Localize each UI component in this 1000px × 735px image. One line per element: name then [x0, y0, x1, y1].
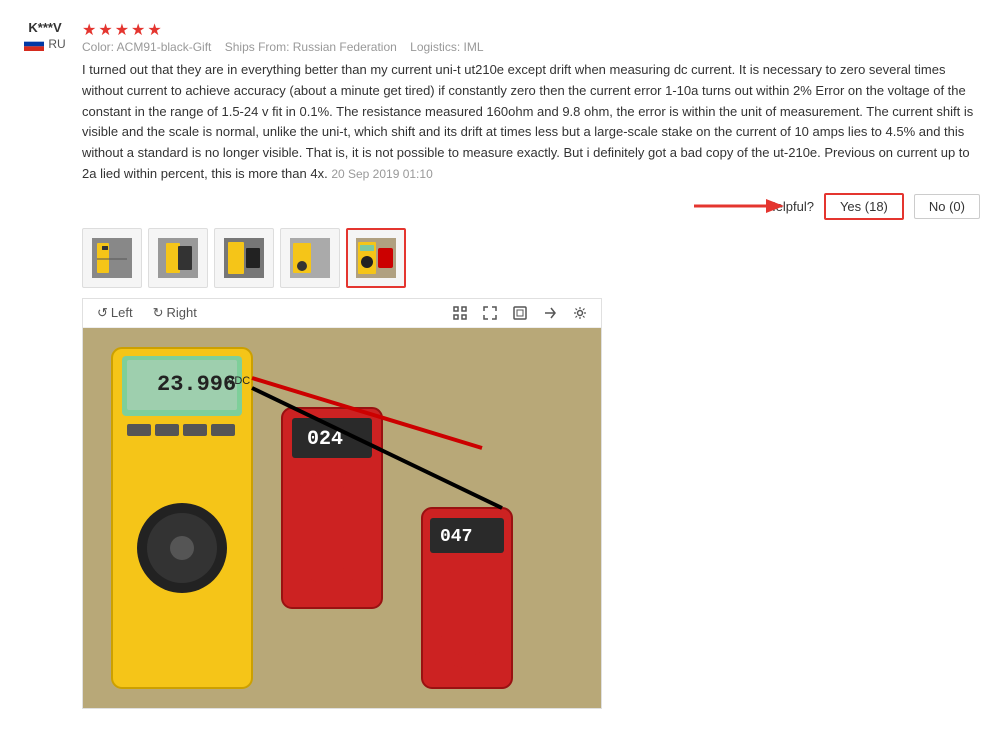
image-controls-left: ↺ Left ↻ Right	[93, 303, 201, 323]
thumbnail-3[interactable]	[214, 228, 274, 288]
thumb2-icon	[158, 238, 198, 278]
review-text: I turned out that they are in everything…	[82, 60, 980, 185]
gear-icon	[573, 306, 587, 320]
svg-text:23.996: 23.996	[157, 372, 236, 397]
thumb5-icon	[356, 238, 396, 278]
review-header: K***V RU ★★★★★ Color: ACM91-black-Gift S…	[20, 20, 980, 709]
thumbnail-4[interactable]	[280, 228, 340, 288]
helpful-yes-button[interactable]: Yes (18)	[824, 193, 904, 220]
thumb4-icon	[290, 238, 330, 278]
rotate-right-button[interactable]: ↻ Right	[149, 303, 201, 323]
frame-icon	[453, 306, 467, 320]
meta-logistics: Logistics: IML	[410, 40, 483, 54]
svg-text:047: 047	[440, 527, 472, 547]
helpful-row: Helpful? Yes (18) No (0)	[82, 193, 980, 220]
svg-text:VDC: VDC	[227, 375, 250, 387]
settings-button[interactable]	[569, 304, 591, 322]
meta-color: Color: ACM91-black-Gift	[82, 40, 211, 54]
ru-flag-icon	[24, 37, 44, 51]
right-label: Right	[167, 305, 197, 320]
compress-button[interactable]	[509, 304, 531, 322]
compress-icon	[513, 306, 527, 320]
user-info: K***V RU	[20, 20, 70, 51]
image-controls-right	[449, 304, 591, 322]
frame-icon-button[interactable]	[449, 304, 471, 322]
share-icon	[543, 306, 557, 320]
helpful-no-button[interactable]: No (0)	[914, 194, 980, 219]
review-text-content: I turned out that they are in everything…	[82, 62, 973, 181]
review-meta: Color: ACM91-black-Gift Ships From: Russ…	[82, 40, 980, 54]
thumb3-icon	[224, 238, 264, 278]
main-product-image: 23.996 VDC 024	[83, 328, 601, 708]
thumbnail-5[interactable]	[346, 228, 406, 288]
stars-display: ★★★★★	[82, 20, 980, 40]
username: K***V	[28, 20, 61, 35]
left-label: Left	[111, 305, 133, 320]
review-date: 20 Sep 2019 01:10	[331, 167, 432, 181]
thumbnail-1[interactable]	[82, 228, 142, 288]
image-controls-bar: ↺ Left ↻ Right	[83, 299, 601, 328]
image-viewer: ↺ Left ↻ Right	[82, 298, 602, 709]
flag-country: RU	[24, 37, 65, 51]
red-arrow-icon	[694, 191, 784, 221]
svg-text:024: 024	[307, 428, 343, 451]
review-main-col: ★★★★★ Color: ACM91-black-Gift Ships From…	[82, 20, 980, 709]
meta-ships: Ships From: Russian Federation	[225, 40, 397, 54]
rotate-left-icon: ↺	[97, 305, 108, 321]
product-image-svg: 23.996 VDC 024	[83, 328, 601, 708]
thumbnail-2[interactable]	[148, 228, 208, 288]
review-container: K***V RU ★★★★★ Color: ACM91-black-Gift S…	[20, 20, 980, 709]
thumb1-icon	[92, 238, 132, 278]
thumbnails-row	[82, 228, 980, 288]
country-label: RU	[48, 37, 65, 51]
rotate-right-icon: ↻	[153, 305, 164, 321]
fullscreen-icon	[483, 306, 497, 320]
fullscreen-button[interactable]	[479, 304, 501, 322]
share-button[interactable]	[539, 304, 561, 322]
rotate-left-button[interactable]: ↺ Left	[93, 303, 137, 323]
